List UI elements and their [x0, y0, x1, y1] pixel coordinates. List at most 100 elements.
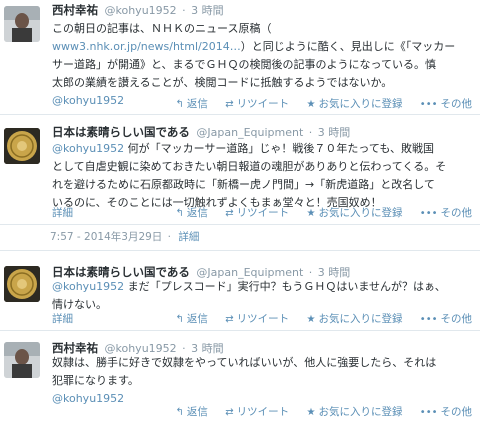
avatar[interactable]	[4, 266, 40, 302]
tweet-text-line: 犯罪になります。	[52, 372, 472, 390]
text-segment: まだ「プレスコード」実行中？もうＧＨＱはいませんが？はぁ、	[124, 280, 446, 293]
tweet-text-line: @kohyu1952 まだ「プレスコード」実行中？もうＧＨＱはいませんが？はぁ、	[52, 278, 472, 296]
star-icon: ★	[306, 407, 316, 418]
tweet-text-line: 奴隷は、勝手に好きで奴隷をやっていればいいが、他人に強要したら、それは	[52, 354, 472, 372]
divider	[0, 114, 480, 115]
reply-button[interactable]: ↰ 返信	[176, 206, 208, 221]
avatar[interactable]	[4, 342, 40, 378]
retweet-button[interactable]: ⇄ リツイート	[225, 206, 289, 221]
more-icon: •••	[419, 314, 438, 325]
reply-icon: ↰	[175, 208, 184, 219]
inline-link[interactable]: www3.nhk.or.jp/news/html/2014…	[52, 40, 241, 53]
avatar-person-image	[4, 342, 40, 378]
star-icon: ★	[306, 99, 316, 110]
tweet-header: 日本は素晴らしい国である @Japan_Equipment · 3 時間	[52, 124, 350, 140]
avatar-coin-image	[4, 128, 40, 164]
divider	[0, 330, 480, 331]
tweet-time[interactable]: 3 時間	[191, 4, 224, 17]
tweet-2: 日本は素晴らしい国である @Japan_Equipment · 3 時間 @ko…	[0, 122, 480, 222]
user-name[interactable]: 西村幸祐	[52, 341, 98, 355]
text-segment: ）と同じように酷く、見出しに《「マッカー	[240, 40, 456, 53]
more-button[interactable]: ••• その他	[420, 97, 472, 112]
tweet-text: @kohyu1952 何が「マッカーサー道路」じゃ！戦後７０年たっても、敗戦国と…	[52, 140, 472, 212]
text-segment: 情けない。	[52, 298, 107, 311]
retweet-icon: ⇄	[225, 99, 234, 110]
favorite-button[interactable]: ★ お気に入りに登録	[306, 97, 402, 112]
retweet-button[interactable]: ⇄ リツイート	[225, 97, 289, 112]
tweet-text-line: として自虐史観に染めておきたい朝日報道の魂胆がありありと伝わってくる。そ	[52, 158, 472, 176]
reply-button[interactable]: ↰ 返信	[176, 97, 208, 112]
mention-link[interactable]: @kohyu1952	[52, 94, 124, 107]
tweet-text-line: @kohyu1952 何が「マッカーサー道路」じゃ！戦後７０年たっても、敗戦国	[52, 140, 472, 158]
tweet-actions: ↰ 返信 ⇄ リツイート ★ お気に入りに登録 ••• その他	[162, 312, 472, 326]
star-icon: ★	[306, 208, 316, 219]
reply-icon: ↰	[175, 407, 184, 418]
tweet-time[interactable]: 3 時間	[318, 126, 351, 139]
more-button[interactable]: ••• その他	[420, 405, 472, 420]
divider	[0, 224, 480, 225]
user-name[interactable]: 西村幸祐	[52, 3, 98, 17]
tweet-text-line: www3.nhk.or.jp/news/html/2014…）と同じように酷く、…	[52, 38, 472, 56]
retweet-icon: ⇄	[225, 314, 234, 325]
user-name[interactable]: 日本は素晴らしい国である	[52, 265, 190, 279]
text-segment: この朝日の記事は、ＮＨＫのニュース原稿（	[52, 22, 272, 35]
tweet-text-line: 太郎の業績を讃えることが、検閲コードに抵触するようではないか。	[52, 74, 472, 92]
tweet-header: 西村幸祐 @kohyu1952 · 3 時間	[52, 2, 224, 18]
avatar-person-image	[4, 6, 40, 42]
detail-link[interactable]: 詳細	[52, 312, 73, 326]
mention-link[interactable]: @kohyu1952	[52, 392, 124, 405]
text-segment: れを避けるために石原都政時に「新橋ー虎ノ門間」→「新虎道路」と改名して	[52, 178, 435, 191]
text-segment: 犯罪になります。	[52, 374, 139, 387]
retweet-icon: ⇄	[225, 407, 234, 418]
retweet-icon: ⇄	[225, 208, 234, 219]
text-segment: 奴隷は、勝手に好きで奴隷をやっていればいいが、他人に強要したら、それは	[52, 356, 437, 369]
tweet-text-line: この朝日の記事は、ＮＨＫのニュース原稿（	[52, 20, 472, 38]
tweet-text-line: れを避けるために石原都政時に「新橋ー虎ノ門間」→「新虎道路」と改名して	[52, 176, 472, 194]
reply-button[interactable]: ↰ 返信	[176, 312, 208, 327]
tweet-actions: ↰ 返信 ⇄ リツイート ★ お気に入りに登録 ••• その他	[162, 405, 472, 419]
user-handle[interactable]: @kohyu1952	[105, 4, 177, 17]
text-segment: として自虐史観に染めておきたい朝日報道の魂胆がありありと伝わってくる。そ	[52, 160, 447, 173]
tweet-actions: ↰ 返信 ⇄ リツイート ★ お気に入りに登録 ••• その他	[162, 206, 472, 220]
tweet-text-line: サー道路」が開通》と、まるでＧＨＱの検閲後の記事のようになっている。慎	[52, 56, 472, 74]
tweet-text: 奴隷は、勝手に好きで奴隷をやっていればいいが、他人に強要したら、それは 犯罪になり…	[52, 354, 472, 390]
tweet-meta-row: 7:57 - 2014年3月29日 · 詳細	[50, 230, 199, 244]
text-segment: サー道路」が開通》と、まるでＧＨＱの検閲後の記事のようになっている。慎	[52, 58, 437, 71]
text-segment: 何が「マッカーサー道路」じゃ！戦後７０年たっても、敗戦国	[124, 142, 435, 155]
user-name[interactable]: 日本は素晴らしい国である	[52, 125, 190, 139]
star-icon: ★	[306, 314, 316, 325]
inline-link[interactable]: @kohyu1952	[52, 280, 124, 293]
text-segment: 太郎の業績を讃えることが、検閲コードに抵触するようではないか。	[52, 76, 393, 89]
tweet-4: 西村幸祐 @kohyu1952 · 3 時間 奴隷は、勝手に好きで奴隷をやってい…	[0, 338, 480, 424]
tweet-1: 西村幸祐 @kohyu1952 · 3 時間 この朝日の記事は、ＮＨＫのニュース…	[0, 0, 480, 112]
tweet-3: 日本は素晴らしい国である @Japan_Equipment · 3 時間 @ko…	[0, 262, 480, 328]
favorite-button[interactable]: ★ お気に入りに登録	[306, 405, 402, 420]
inline-link[interactable]: @kohyu1952	[52, 142, 124, 155]
tweet-text: この朝日の記事は、ＮＨＫのニュース原稿（ www3.nhk.or.jp/news/…	[52, 20, 472, 92]
avatar[interactable]	[4, 6, 40, 42]
tweet-actions: ↰ 返信 ⇄ リツイート ★ お気に入りに登録 ••• その他	[162, 97, 472, 111]
detail-link[interactable]: 詳細	[178, 231, 199, 243]
user-handle[interactable]: @Japan_Equipment	[196, 126, 303, 139]
favorite-button[interactable]: ★ お気に入りに登録	[306, 312, 402, 327]
reply-icon: ↰	[175, 314, 184, 325]
divider	[0, 250, 480, 251]
more-icon: •••	[419, 407, 438, 418]
more-icon: •••	[419, 99, 438, 110]
separator-dot: ·	[308, 126, 313, 139]
separator-dot: ·	[167, 231, 171, 243]
favorite-button[interactable]: ★ お気に入りに登録	[306, 206, 402, 221]
separator-dot: ·	[182, 4, 186, 17]
more-button[interactable]: ••• その他	[420, 206, 472, 221]
avatar[interactable]	[4, 128, 40, 164]
avatar-coin-image	[4, 266, 40, 302]
retweet-button[interactable]: ⇄ リツイート	[225, 312, 289, 327]
detail-link[interactable]: 詳細	[52, 206, 73, 220]
tweet-text: @kohyu1952 まだ「プレスコード」実行中？もうＧＨＱはいませんが？はぁ、…	[52, 278, 472, 314]
retweet-button[interactable]: ⇄ リツイート	[225, 405, 289, 420]
more-icon: •••	[419, 208, 438, 219]
reply-icon: ↰	[175, 99, 184, 110]
reply-button[interactable]: ↰ 返信	[176, 405, 208, 420]
more-button[interactable]: ••• その他	[420, 312, 472, 327]
tweet-timestamp[interactable]: 7:57 - 2014年3月29日	[50, 231, 162, 243]
